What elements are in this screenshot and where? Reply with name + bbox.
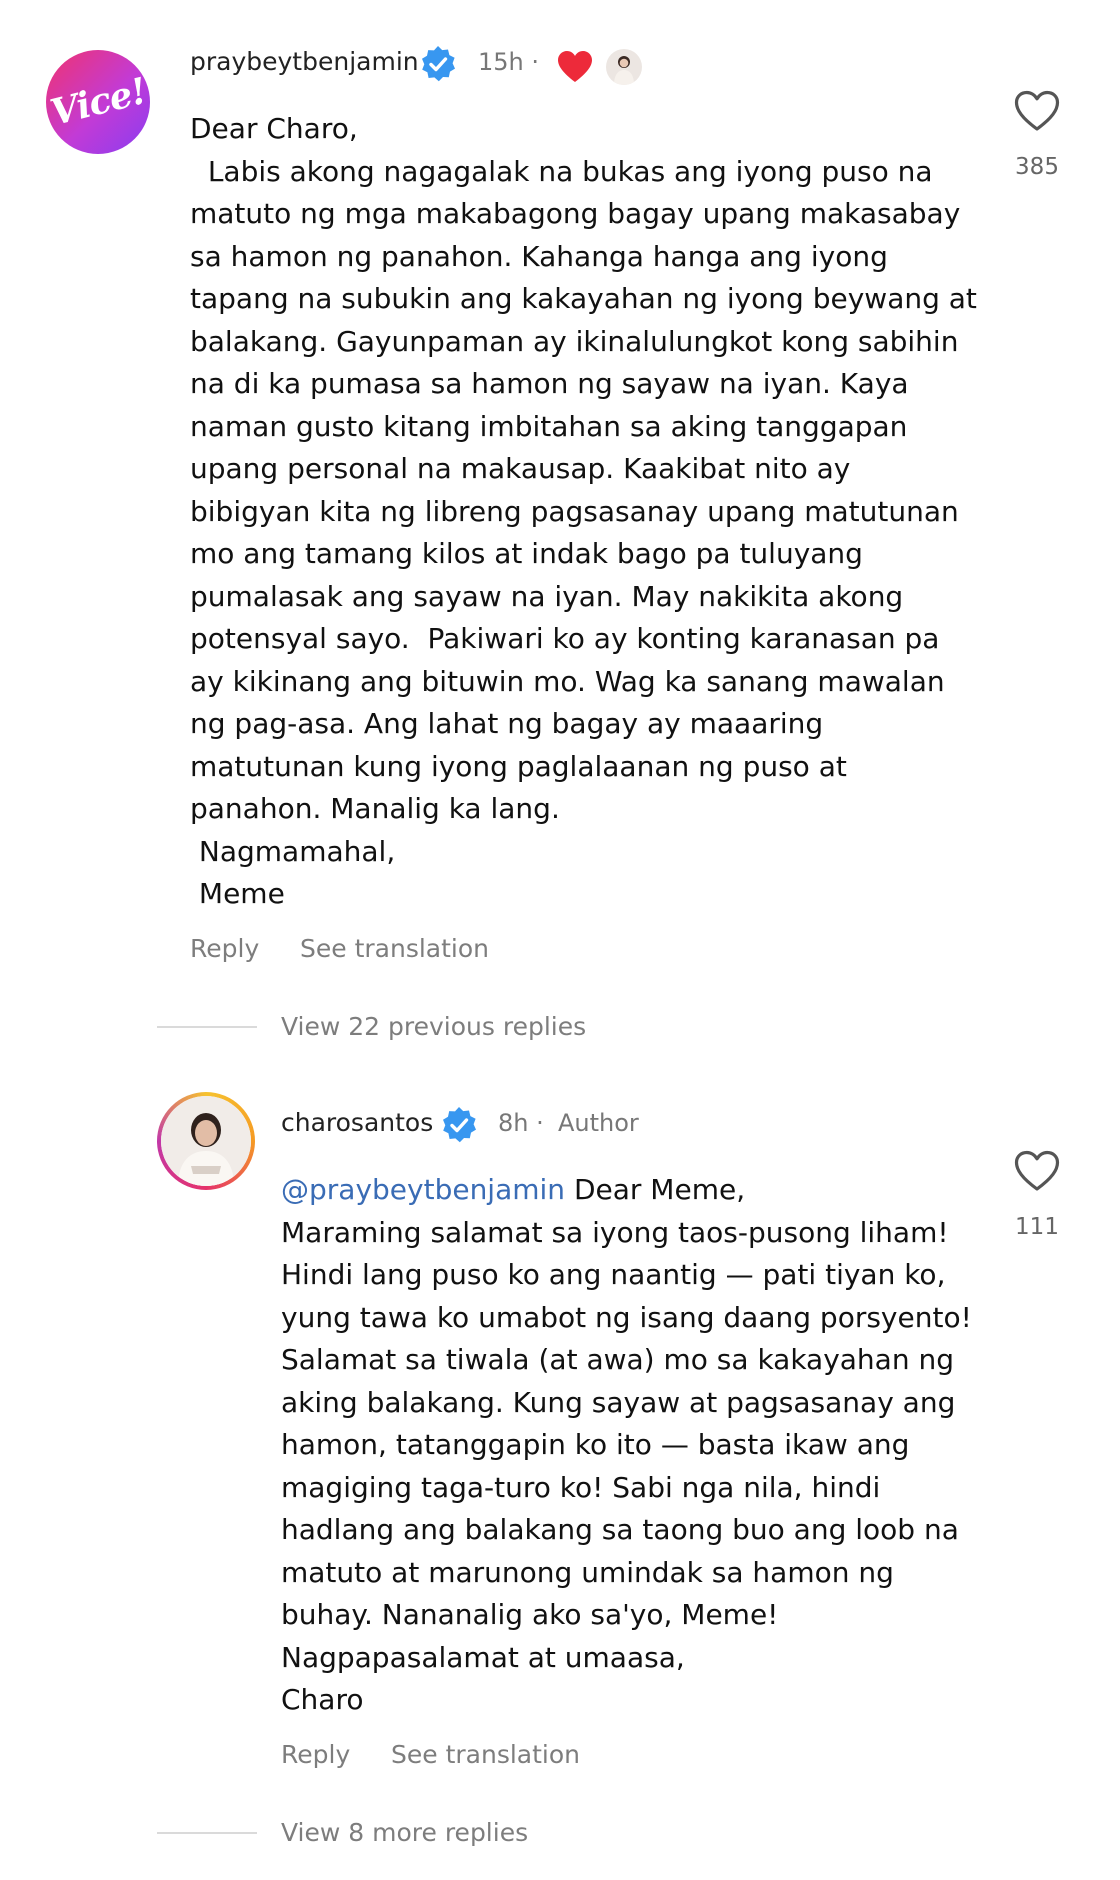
verified-badge-icon [418,44,458,84]
verified-badge-icon [439,1105,479,1145]
like-count: 385 [1015,154,1059,180]
replies-divider [157,1026,257,1028]
heart-outline-icon[interactable] [1014,1150,1060,1192]
comment-timestamp: 8h · [498,1109,544,1137]
see-translation-button[interactable]: See translation [300,934,489,963]
view-more-replies-button[interactable]: View 8 more replies [281,1818,528,1847]
view-previous-replies-button[interactable]: View 22 previous replies [281,1012,586,1041]
comment-body: Dear Charo, Labis akong nagagalak na buk… [190,112,977,910]
comment-greeting: Dear Meme, [565,1173,746,1206]
comment-body-first-line: @praybeytbenjamin Dear Meme, [281,1169,1001,1212]
comment-body: Maraming salamat sa iyong taos-pusong li… [281,1215,972,1717]
avatar-photo [161,1096,251,1186]
comment-timestamp: 15h · [478,48,540,76]
mention-link[interactable]: @praybeytbenjamin [281,1173,565,1206]
avatar-logo-text: Vice! [46,69,150,135]
like-count: 111 [1015,1214,1059,1240]
see-translation-button[interactable]: See translation [391,1740,580,1769]
reply-button[interactable]: Reply [281,1740,350,1769]
creator-liked-avatar [606,49,642,85]
comment-username[interactable]: charosantos [281,1108,433,1137]
author-badge: Author [558,1109,639,1137]
replies-divider [157,1832,257,1834]
avatar-praybeytbenjamin[interactable]: Vice! [46,50,150,154]
heart-outline-icon[interactable] [1014,90,1060,132]
avatar-charosantos[interactable] [157,1092,255,1190]
reply-button[interactable]: Reply [190,934,259,963]
red-heart-icon [557,50,593,84]
comment-username[interactable]: praybeytbenjamin [190,47,419,76]
